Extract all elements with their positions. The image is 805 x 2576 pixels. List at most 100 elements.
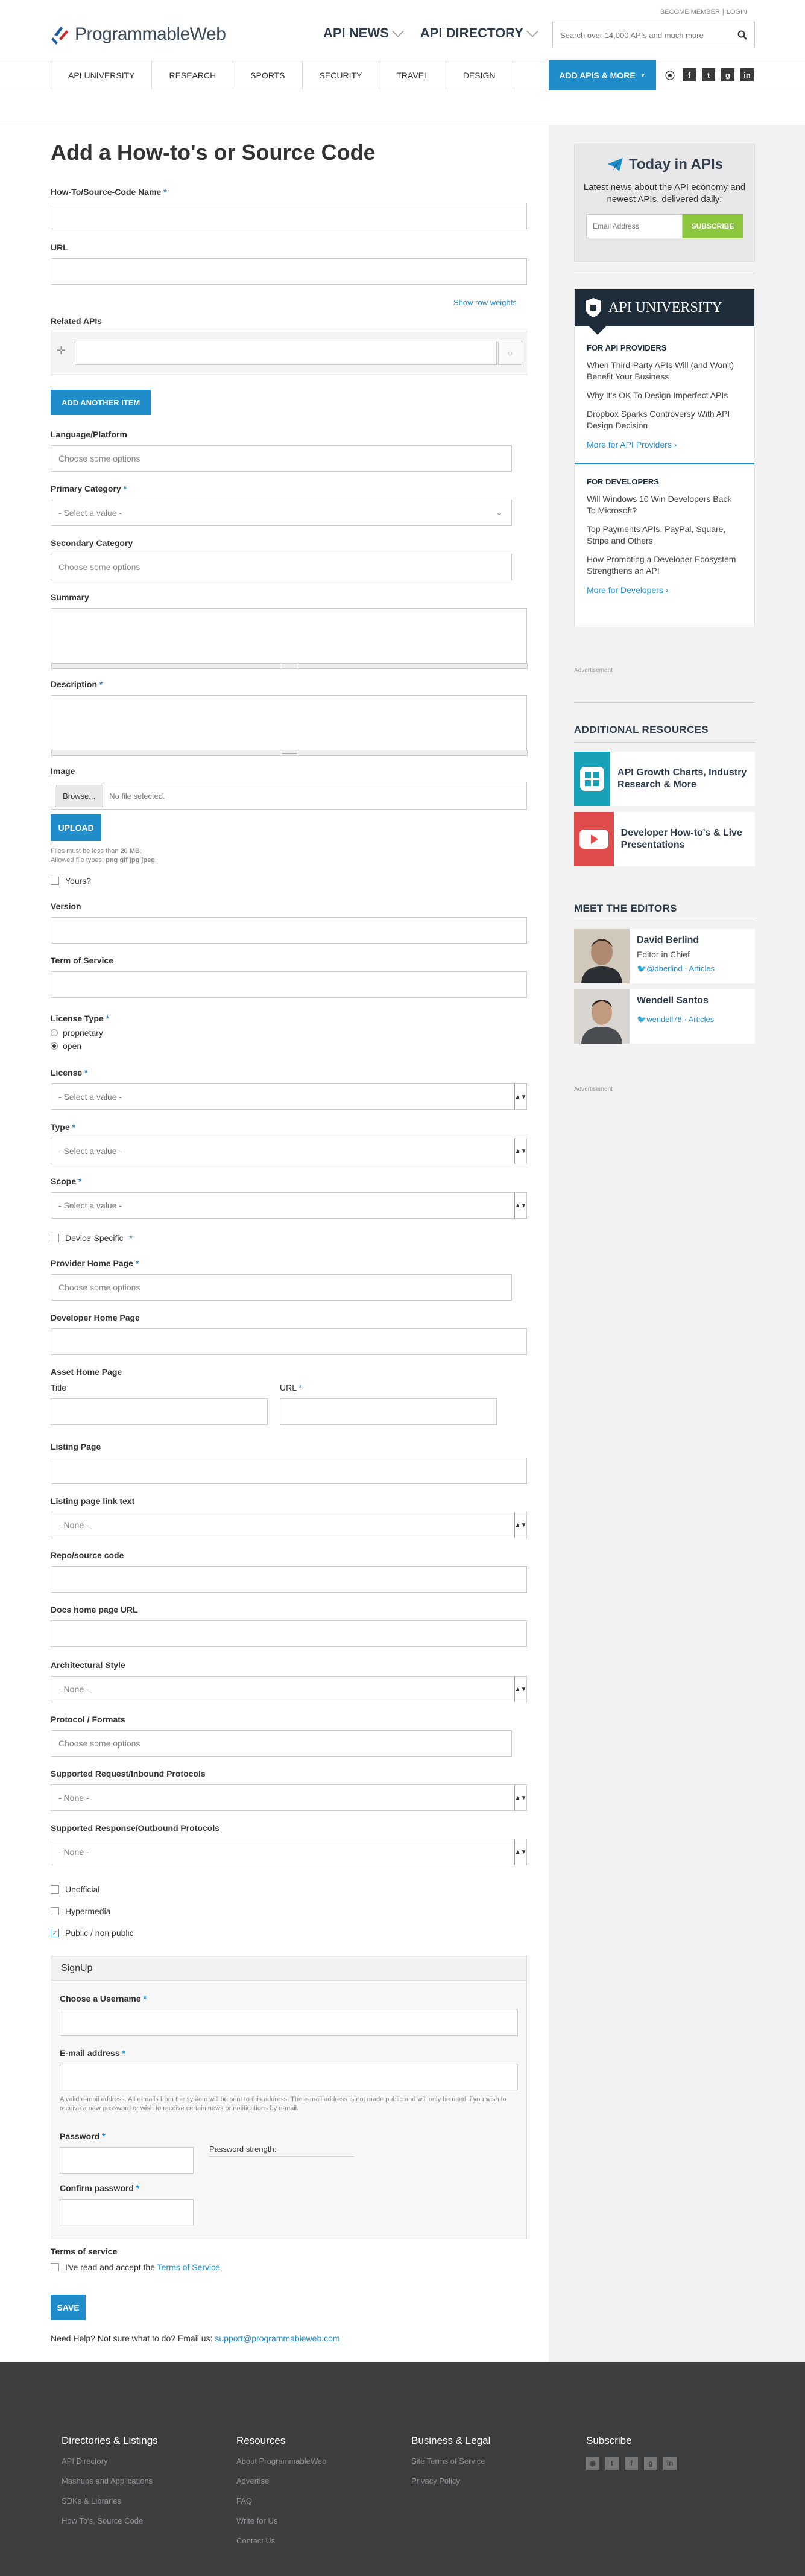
- facebook-icon[interactable]: f: [683, 68, 696, 81]
- browse-button[interactable]: Browse...: [55, 784, 104, 807]
- unofficial-row[interactable]: Unofficial: [51, 1885, 99, 1894]
- name-input[interactable]: [51, 203, 527, 229]
- radio-proprietary[interactable]: proprietary: [51, 1028, 109, 1038]
- password-input[interactable]: [60, 2147, 194, 2174]
- asset-url-input[interactable]: [280, 1398, 497, 1425]
- login-link[interactable]: LOGIN: [724, 8, 750, 16]
- yours-checkbox-row[interactable]: Yours?: [51, 876, 91, 886]
- subnav-design[interactable]: DESIGN: [445, 60, 513, 90]
- footer-link[interactable]: Site Terms of Service: [411, 2457, 490, 2466]
- language-select[interactable]: Choose some options: [51, 445, 512, 472]
- resize-grip[interactable]: [51, 663, 528, 669]
- hypermedia-checkbox[interactable]: [51, 1907, 59, 1915]
- google-plus-icon[interactable]: g: [644, 2457, 657, 2470]
- confirm-password-input[interactable]: [60, 2199, 194, 2225]
- terms-checkbox[interactable]: [51, 2263, 59, 2271]
- public-row[interactable]: ✓ Public / non public: [51, 1928, 134, 1938]
- resource-research[interactable]: API Growth Charts, Industry Research & M…: [574, 752, 755, 806]
- developer-home-input[interactable]: [51, 1328, 527, 1355]
- editor-articles-link[interactable]: Articles: [689, 964, 715, 973]
- unofficial-checkbox[interactable]: [51, 1885, 59, 1894]
- footer-link[interactable]: API Directory: [62, 2457, 158, 2466]
- license-select[interactable]: - Select a value - ▲▼: [51, 1083, 527, 1110]
- footer-link[interactable]: FAQ: [236, 2496, 326, 2505]
- email-input[interactable]: [60, 2064, 518, 2090]
- footer-link[interactable]: SDKs & Libraries: [62, 2496, 158, 2505]
- resize-grip[interactable]: [51, 750, 528, 756]
- asset-title-input[interactable]: [51, 1398, 268, 1425]
- footer-link[interactable]: Contact Us: [236, 2536, 326, 2545]
- radio-button[interactable]: [51, 1029, 58, 1036]
- listing-page-input[interactable]: [51, 1458, 527, 1484]
- linkedin-icon[interactable]: in: [740, 68, 754, 81]
- linkedin-icon[interactable]: in: [663, 2457, 677, 2470]
- save-button[interactable]: SAVE: [51, 2295, 86, 2320]
- footer-link[interactable]: Mashups and Applications: [62, 2476, 158, 2486]
- related-api-input[interactable]: [75, 341, 497, 365]
- resource-how-tos[interactable]: Developer How-to's & Live Presentations: [574, 812, 755, 866]
- device-specific-row[interactable]: Device-Specific *: [51, 1233, 133, 1243]
- secondary-category-select[interactable]: Choose some options: [51, 554, 512, 580]
- username-input[interactable]: [60, 2010, 518, 2036]
- terms-checkbox-row[interactable]: I've read and accept the Terms of Servic…: [51, 2262, 220, 2272]
- protocol-formats-select[interactable]: Choose some options: [51, 1730, 512, 1757]
- subnav-api-university[interactable]: API UNIVERSITY: [51, 60, 151, 90]
- show-row-weights-link[interactable]: Show row weights: [453, 298, 517, 307]
- tos-input[interactable]: [51, 971, 527, 998]
- footer-link[interactable]: Write for Us: [236, 2516, 326, 2525]
- site-logo[interactable]: ProgrammableWeb: [51, 23, 226, 46]
- footer-link[interactable]: About ProgrammableWeb: [236, 2457, 326, 2466]
- subnav-travel[interactable]: TRAVEL: [379, 60, 445, 90]
- primary-category-select[interactable]: - Select a value - ⌄: [51, 500, 512, 526]
- provider-article-link[interactable]: When Third-Party APIs Will (and Won't) B…: [587, 360, 742, 382]
- more-providers-link[interactable]: More for API Providers ›: [587, 440, 742, 449]
- editor-twitter-link[interactable]: @dberlind: [646, 964, 682, 973]
- public-checkbox-checked[interactable]: ✓: [51, 1929, 59, 1937]
- docs-input[interactable]: [51, 1620, 527, 1647]
- description-textarea[interactable]: [51, 695, 528, 756]
- provider-article-link[interactable]: Why It's OK To Design Imperfect APIs: [587, 390, 742, 401]
- rss-icon[interactable]: ⦿: [663, 68, 677, 81]
- radio-open[interactable]: open: [51, 1041, 109, 1051]
- device-specific-checkbox[interactable]: [51, 1234, 59, 1242]
- google-plus-icon[interactable]: g: [721, 68, 734, 81]
- twitter-icon[interactable]: t: [605, 2457, 619, 2470]
- file-input[interactable]: Browse... No file selected.: [51, 782, 527, 810]
- hypermedia-row[interactable]: Hypermedia: [51, 1906, 110, 1916]
- listing-link-text-select[interactable]: - None - ▲▼: [51, 1512, 527, 1538]
- url-input[interactable]: [51, 258, 527, 285]
- upload-button[interactable]: UPLOAD: [51, 814, 101, 841]
- subnav-sports[interactable]: SPORTS: [233, 60, 301, 90]
- search-icon[interactable]: [730, 23, 754, 47]
- yours-checkbox[interactable]: [51, 877, 59, 885]
- developer-article-link[interactable]: How Promoting a Developer Ecosystem Stre…: [587, 554, 742, 577]
- twitter-icon[interactable]: t: [702, 68, 715, 81]
- rss-icon[interactable]: ◉: [586, 2457, 599, 2470]
- editor-name[interactable]: David Berlind: [637, 935, 715, 946]
- nav-api-directory[interactable]: API DIRECTORY: [420, 25, 538, 41]
- add-another-item-button[interactable]: ADD ANOTHER ITEM: [51, 390, 151, 415]
- radio-button-selected[interactable]: [51, 1042, 58, 1050]
- nav-api-news[interactable]: API NEWS: [323, 25, 404, 41]
- support-email-link[interactable]: support@programmableweb.com: [215, 2333, 339, 2343]
- search-input[interactable]: [553, 23, 730, 47]
- become-member-link[interactable]: BECOME MEMBER: [658, 8, 722, 16]
- provider-home-select[interactable]: Choose some options: [51, 1274, 512, 1301]
- developer-article-link[interactable]: Top Payments APIs: PayPal, Square, Strip…: [587, 524, 742, 547]
- resp-protocols-select[interactable]: - None - ▲▼: [51, 1839, 527, 1865]
- facebook-icon[interactable]: f: [625, 2457, 638, 2470]
- editor-name[interactable]: Wendell Santos: [637, 995, 714, 1006]
- editor-twitter-link[interactable]: wendell78: [646, 1015, 682, 1024]
- newsletter-email-input[interactable]: [586, 214, 683, 238]
- footer-link[interactable]: Advertise: [236, 2476, 326, 2486]
- provider-article-link[interactable]: Dropbox Sparks Controversy With API Desi…: [587, 408, 742, 431]
- footer-link[interactable]: Privacy Policy: [411, 2476, 490, 2486]
- footer-link[interactable]: How To's, Source Code: [62, 2516, 158, 2525]
- terms-link[interactable]: Terms of Service: [157, 2262, 220, 2272]
- developer-article-link[interactable]: Will Windows 10 Win Developers Back To M…: [587, 493, 742, 516]
- more-developers-link[interactable]: More for Developers ›: [587, 585, 742, 595]
- version-input[interactable]: [51, 917, 527, 944]
- subnav-research[interactable]: RESEARCH: [151, 60, 233, 90]
- arch-style-select[interactable]: - None - ▲▼: [51, 1676, 527, 1702]
- subnav-security[interactable]: SECURITY: [301, 60, 379, 90]
